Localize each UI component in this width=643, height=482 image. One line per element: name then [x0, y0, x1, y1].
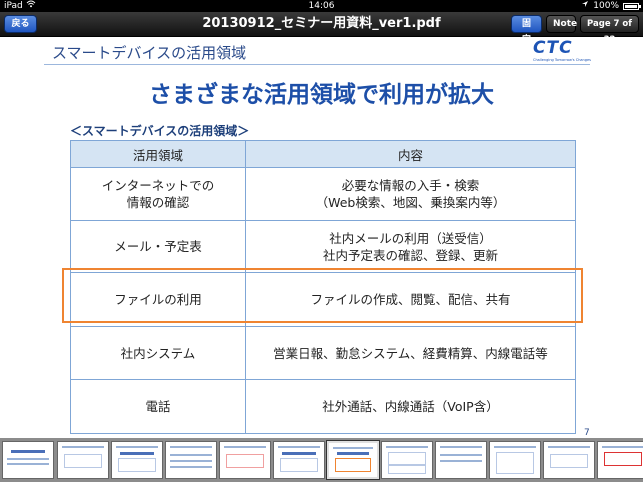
status-right: 100% [581, 0, 641, 12]
document-title: 20130912_セミナー用資料_ver1.pdf [202, 16, 441, 31]
content-line-1: 営業日報、勤怠システム、経費精算、内線電話等 [273, 345, 548, 361]
table-row: メール・予定表 社内メールの利用（送受信） 社内予定表の確認、登録、更新 [70, 220, 576, 273]
battery-icon [623, 2, 641, 10]
content-cell: 社外通話、内線通話（VoIP含） [245, 379, 576, 434]
page-thumbnail[interactable] [435, 441, 487, 479]
page-indicator-button[interactable]: Page 7 of 32 [580, 15, 639, 45]
page-thumbnail[interactable] [2, 441, 54, 479]
area-line-1: 電話 [145, 399, 171, 414]
area-line-2: 情報の確認 [126, 195, 190, 210]
content-line-1: 社外通話、内線通話（VoIP含） [322, 399, 499, 414]
page-thumbnail[interactable] [489, 441, 541, 479]
page-thumbnail[interactable] [219, 441, 271, 479]
page-thumbnail[interactable] [111, 441, 163, 479]
column-header-area: 活用領域 [70, 140, 246, 168]
area-cell: インターネットでの 情報の確認 [70, 167, 246, 221]
page-thumbnail[interactable] [273, 441, 325, 479]
status-bar: iPad 14:06 100% [0, 0, 643, 12]
content-line-1: 必要な情報の入手・検索 [341, 178, 480, 193]
content-cell: 社内メールの利用（送受信） 社内予定表の確認、登録、更新 [245, 220, 576, 273]
content-line-2: 社内予定表の確認、登録、更新 [322, 247, 498, 263]
logo-text: CTC [533, 38, 573, 58]
navigation-bar: 戻る 20130912_セミナー用資料_ver1.pdf 固定 Note Pag… [0, 12, 643, 45]
content-cell: 必要な情報の入手・検索 （Web検索、地図、乗換案内等） [245, 167, 576, 221]
ctc-logo: CTC Challenging Tomorrow's Changes [533, 38, 593, 64]
area-cell: メール・予定表 [70, 220, 246, 273]
area-cell: 電話 [70, 379, 246, 434]
area-cell: 社内システム [70, 326, 246, 380]
page-thumbnail[interactable] [165, 441, 217, 479]
note-button[interactable]: Note [546, 15, 577, 33]
section-label: ＜スマートデバイスの活用領域＞ [70, 124, 250, 138]
highlight-box [62, 268, 583, 323]
area-line-1: 社内システム [120, 345, 196, 361]
content-line-2: （Web検索、地図、乗換案内等） [315, 195, 506, 210]
area-line-1: メール・予定表 [114, 239, 202, 254]
slide-header: スマートデバイスの活用領域 [52, 44, 247, 62]
table-row: 電話 社外通話、内線通話（VoIP含） [70, 379, 576, 434]
back-button[interactable]: 戻る [4, 15, 37, 33]
table-row: 社内システム 営業日報、勤怠システム、経費精算、内線電話等 [70, 326, 576, 380]
page-thumbnail-current[interactable] [326, 440, 380, 480]
content-line-1: 社内メールの利用（送受信） [329, 230, 492, 246]
page-thumbnail[interactable] [597, 441, 643, 479]
fix-button[interactable]: 固定 [511, 15, 542, 45]
slide-page-number: 7 [584, 428, 590, 438]
page-thumbnail[interactable] [57, 441, 109, 479]
slide-title: さまざまな活用領域で利用が拡大 [149, 82, 494, 108]
thumbnail-strip[interactable] [0, 438, 643, 482]
column-header-content: 内容 [245, 140, 576, 168]
header-divider [44, 64, 590, 65]
status-time: 14:06 [308, 1, 335, 11]
page-thumbnail[interactable] [381, 441, 433, 479]
table-header-row: 活用領域 内容 [70, 140, 576, 168]
area-line-1: インターネットでの [101, 178, 215, 193]
table-row: インターネットでの 情報の確認 必要な情報の入手・検索 （Web検索、地図、乗換… [70, 167, 576, 221]
content-cell: 営業日報、勤怠システム、経費精算、内線電話等 [245, 326, 576, 380]
logo-tagline: Challenging Tomorrow's Changes [533, 58, 591, 62]
page-thumbnail[interactable] [543, 441, 595, 479]
location-arrow-icon [581, 0, 589, 12]
battery-label: 100% [593, 1, 619, 11]
